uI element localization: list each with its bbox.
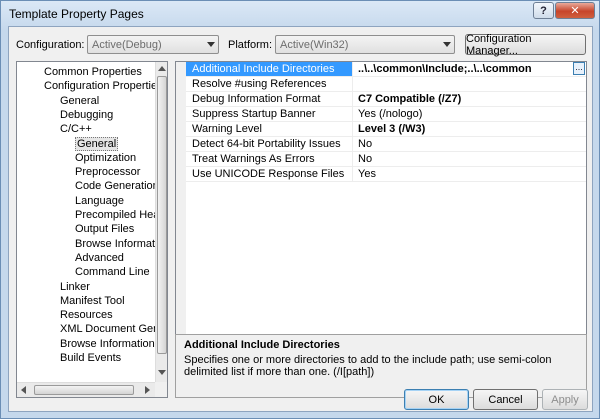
tree-item[interactable]: Resources	[60, 308, 113, 322]
tree-item[interactable]: Output Files	[75, 222, 134, 236]
configuration-combo-value: Active(Debug)	[92, 39, 162, 51]
property-pages-window: Template Property Pages ? ✕ Configuratio…	[0, 0, 600, 419]
tree-item[interactable]: Common Properties	[44, 65, 142, 79]
property-name[interactable]: Use UNICODE Response Files	[186, 167, 353, 181]
close-button[interactable]: ✕	[555, 2, 595, 19]
property-value[interactable]: Yes (/nologo)	[354, 107, 586, 121]
property-name[interactable]: Treat Warnings As Errors	[186, 152, 353, 166]
property-value[interactable]: C7 Compatible (/Z7)	[354, 92, 586, 106]
property-row[interactable]: Warning Level Level 3 (/W3)	[186, 122, 586, 137]
grid-gutter	[176, 62, 186, 353]
tree-hscroll-thumb[interactable]	[34, 385, 134, 395]
tree-item[interactable]: Debugging	[60, 108, 113, 122]
tree-scroll-thumb[interactable]	[157, 76, 167, 354]
configuration-manager-button[interactable]: Configuration Manager...	[465, 33, 586, 57]
tree-item[interactable]: C/C++	[60, 122, 92, 136]
ok-button[interactable]: OK	[404, 389, 469, 410]
property-value[interactable]	[354, 77, 586, 91]
configuration-label: Configuration:	[16, 39, 85, 51]
property-name[interactable]: Debug Information Format	[186, 92, 353, 106]
tree-item[interactable]: General	[60, 94, 99, 108]
description-title: Additional Include Directories	[184, 339, 340, 351]
tree-item[interactable]: Manifest Tool	[60, 294, 125, 308]
property-name[interactable]: Suppress Startup Banner	[186, 107, 353, 121]
property-row[interactable]: Suppress Startup Banner Yes (/nologo)	[186, 107, 586, 122]
scroll-right-icon[interactable]	[145, 386, 150, 394]
property-name[interactable]: Detect 64-bit Portability Issues	[186, 137, 353, 151]
scroll-corner	[155, 382, 167, 397]
tree-item[interactable]: Configuration Properties	[44, 79, 157, 93]
help-button[interactable]: ?	[533, 2, 554, 19]
tree-item[interactable]: Browse Information	[75, 237, 157, 251]
chevron-down-icon	[207, 42, 215, 47]
browse-ellipsis-button[interactable]: ...	[573, 62, 585, 75]
configuration-combo[interactable]: Active(Debug)	[87, 35, 219, 54]
tree-horizontal-scrollbar[interactable]	[17, 382, 155, 397]
tree-item[interactable]: General	[75, 136, 119, 151]
property-name[interactable]: Additional Include Directories	[186, 62, 353, 76]
tree-item[interactable]: Advanced	[75, 251, 124, 265]
tree-item[interactable]: Precompiled Heade	[75, 208, 157, 222]
tree-items: Common Properties Configuration Propertie…	[17, 62, 157, 382]
dialog-client-area: Configuration: Active(Debug) Platform: A…	[8, 26, 593, 412]
scroll-down-icon[interactable]	[158, 370, 166, 375]
tree-item[interactable]: Command Line	[75, 265, 150, 279]
cancel-button[interactable]: Cancel	[473, 389, 538, 410]
property-value[interactable]: ..\..\common\Include;..\..\common	[354, 62, 586, 76]
window-title: Template Property Pages	[9, 7, 144, 21]
tree-item[interactable]: Linker	[60, 280, 90, 294]
property-name[interactable]: Resolve #using References	[186, 77, 353, 91]
platform-combo-value: Active(Win32)	[280, 39, 349, 51]
tree-vertical-scrollbar[interactable]	[155, 62, 167, 382]
description-text: Specifies one or more directories to add…	[184, 354, 552, 378]
property-row[interactable]: Additional Include Directories ..\..\comm…	[186, 62, 586, 77]
tree-item[interactable]: Language	[75, 194, 124, 208]
property-value[interactable]: Yes	[354, 167, 586, 181]
title-bar[interactable]: Template Property Pages ? ✕	[1, 1, 599, 25]
tree-item[interactable]: Optimization	[75, 151, 136, 165]
property-row[interactable]: Use UNICODE Response Files Yes	[186, 167, 586, 182]
tree-item[interactable]: Code Generation	[75, 179, 157, 193]
property-row[interactable]: Debug Information Format C7 Compatible (/…	[186, 92, 586, 107]
property-value[interactable]: No	[354, 137, 586, 151]
scroll-left-icon[interactable]	[21, 386, 26, 394]
property-row[interactable]: Detect 64-bit Portability Issues No	[186, 137, 586, 152]
apply-button[interactable]: Apply	[542, 389, 588, 410]
property-grid[interactable]: Additional Include Directories ..\..\comm…	[175, 61, 587, 354]
property-name[interactable]: Warning Level	[186, 122, 353, 136]
tree-item[interactable]: Preprocessor	[75, 165, 140, 179]
tree-item[interactable]: Browse Information	[60, 337, 155, 351]
property-row[interactable]: Treat Warnings As Errors No	[186, 152, 586, 167]
tree-item[interactable]: Build Events	[60, 351, 121, 365]
property-value[interactable]: Level 3 (/W3)	[354, 122, 586, 136]
tree-item[interactable]: XML Document Genera	[60, 322, 157, 336]
property-value[interactable]: No	[354, 152, 586, 166]
property-row[interactable]: Resolve #using References	[186, 77, 586, 92]
platform-combo[interactable]: Active(Win32)	[275, 35, 455, 54]
scroll-up-icon[interactable]	[158, 66, 166, 71]
chevron-down-icon	[443, 42, 451, 47]
property-tree[interactable]: Common Properties Configuration Propertie…	[16, 61, 168, 398]
platform-label: Platform:	[228, 39, 273, 51]
